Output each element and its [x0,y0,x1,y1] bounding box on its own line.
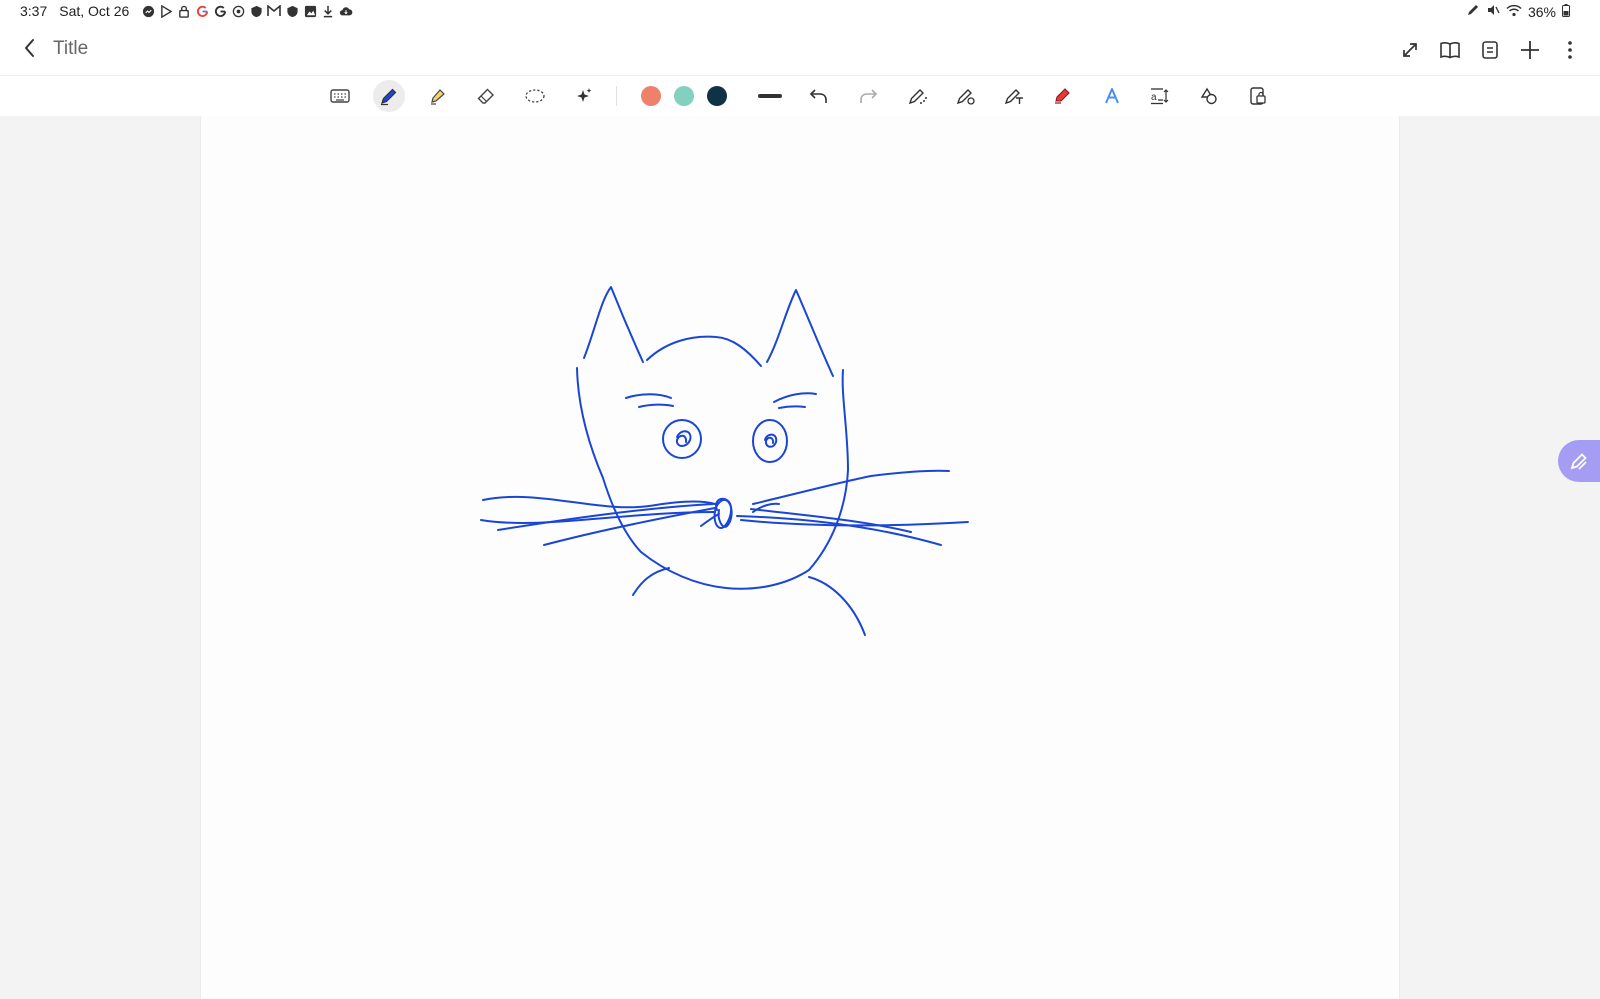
stroke-width-button[interactable] [752,80,788,112]
pen-icon [1570,453,1587,470]
stylus-icon [1466,3,1480,20]
pen-settings-tool[interactable] [902,80,934,112]
keyboard-icon [330,89,350,103]
download-icon [321,4,335,18]
undo-icon [809,89,827,103]
ink-stroke-head-top [646,335,762,367]
ink-stroke-right-brow-1 [773,392,817,403]
cloud-icon [339,4,353,18]
google-icon [213,4,227,18]
add-page-button[interactable] [1514,34,1546,66]
battery-level: 36% [1527,3,1556,20]
ink-stroke-right-shoulder [808,576,866,636]
ink-stroke-whisker-r1 [752,469,950,505]
lock-page-tool[interactable] [1242,80,1274,112]
canvas-area[interactable] [0,116,1600,999]
page-list-icon [1482,41,1498,59]
mute-icon [1486,3,1500,20]
ai-text-icon [1105,88,1119,104]
status-bar: 3:37 Sat, Oct 26 36% [0,0,1600,24]
text-size-tool[interactable]: a [1144,80,1176,112]
marker-icon [1055,88,1070,104]
lock-page-icon [1250,87,1266,105]
pen-icon [381,88,397,106]
target-icon [231,4,245,18]
ink-stroke-nose [713,497,733,529]
text-size-icon: a [1151,88,1169,105]
shield-icon [285,4,299,18]
lasso-icon [525,89,545,103]
ink-stroke-left-ear [583,286,644,363]
battery-icon [1562,3,1570,20]
add-icon [1521,41,1539,59]
color-swatch-mint[interactable] [674,86,694,106]
messenger-icon [141,4,155,18]
google-icon [195,4,209,18]
eraser-icon [477,88,494,104]
redo-icon [860,89,878,103]
shapes-icon [1200,87,1217,105]
shape-pen-icon [956,89,975,105]
cat-sketch [480,286,969,636]
page-list-button[interactable] [1474,34,1506,66]
ink-stroke-right-cheek [808,369,849,571]
ink-stroke-left-pupil [675,430,692,447]
more-options-button[interactable] [1554,34,1586,66]
ink-stroke-right-pupil [764,433,778,448]
lock-icon [177,4,191,18]
magic-tool[interactable] [568,80,600,112]
ink-stroke-whisker-l4 [543,507,716,546]
ink-stroke-right-brow-2 [778,405,806,409]
text-pen-tool[interactable] [998,80,1030,112]
drawing-toolbar: a [0,75,1600,118]
lasso-tool[interactable] [519,80,551,112]
gallery-icon [303,4,317,18]
sparkle-icon [577,88,592,102]
ink-stroke-whisker-r2 [750,508,912,533]
ink-stroke-jaw [640,551,810,590]
page-view-button[interactable] [1434,34,1466,66]
ink-stroke-left-brow-1 [625,393,672,399]
svg-text:a: a [1151,92,1157,103]
wifi-icon [1506,4,1522,20]
ink-stroke-right-eye [752,419,788,463]
shapes-tool[interactable] [1193,80,1225,112]
keyboard-tool[interactable] [324,80,356,112]
expand-icon [1403,43,1417,57]
highlighter-tool[interactable] [422,80,454,112]
note-title[interactable]: Title [53,38,88,60]
ink-stroke-left-eye [662,419,702,459]
app-bar: Title [0,24,1600,75]
ink-stroke-whisker-l3 [497,503,714,531]
highlighter-icon [431,89,445,105]
floating-pen-button[interactable] [1558,440,1600,482]
more-icon [1568,41,1572,59]
fullscreen-button[interactable] [1394,34,1426,66]
status-date: Sat, Oct 26 [59,3,130,19]
gmail-icon [267,4,282,18]
chevron-left-icon [25,39,34,57]
ai-text-tool[interactable] [1096,80,1128,112]
shield-icon [249,4,263,18]
marker-tool[interactable] [1047,80,1079,112]
pen-settings-icon [908,89,927,105]
ink-stroke-left-shoulder [632,567,670,596]
undo-button[interactable] [803,80,835,112]
pen-tool[interactable] [373,80,405,112]
color-swatch-coral[interactable] [641,86,661,106]
redo-button[interactable] [852,80,884,112]
toolbar-divider [616,86,617,106]
shape-pen-tool[interactable] [950,80,982,112]
ink-stroke-right-ear [766,289,834,377]
note-page[interactable] [200,116,1400,999]
color-swatch-navy[interactable] [707,86,727,106]
play-store-icon [159,4,173,18]
book-icon [1440,42,1460,59]
ink-stroke-left-brow-2 [638,403,674,408]
eraser-tool[interactable] [470,80,502,112]
status-time: 3:37 [20,3,48,19]
back-button[interactable] [18,36,42,60]
text-pen-icon [1004,89,1023,105]
thick-line-icon [758,94,782,98]
